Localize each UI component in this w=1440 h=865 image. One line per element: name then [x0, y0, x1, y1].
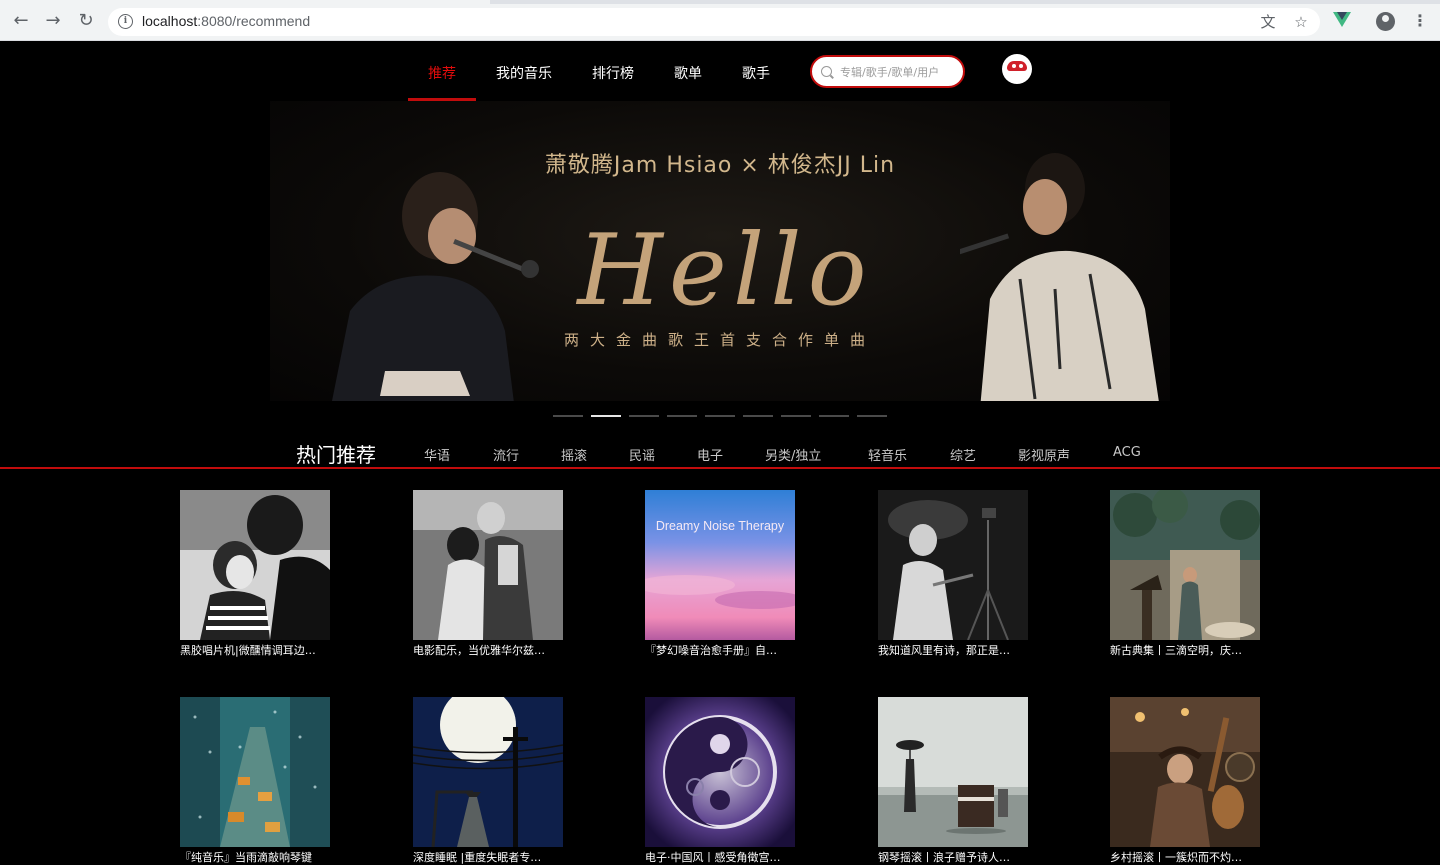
playlist-title[interactable]: 我知道风里有诗，那正是…: [878, 642, 1028, 658]
category-variety[interactable]: 综艺: [950, 445, 976, 464]
playlist-title[interactable]: 『纯音乐』当雨滴敲响琴键: [180, 849, 330, 865]
url-text[interactable]: localhost:8080/recommend: [142, 13, 310, 29]
playlist-cover[interactable]: [1110, 697, 1260, 847]
carousel-dot[interactable]: [781, 415, 811, 417]
category-rock[interactable]: 摇滚: [561, 445, 587, 464]
playlist-title[interactable]: 黑胶唱片机|微醺情调耳边…: [180, 642, 330, 658]
playlist-cover[interactable]: [1110, 490, 1260, 640]
carousel-indicators: [553, 415, 893, 418]
nav-item-charts[interactable]: 排行榜: [592, 63, 634, 83]
avatar-eye-right: [1019, 64, 1023, 68]
category-light-music[interactable]: 轻音乐: [868, 445, 907, 464]
vue-devtools-icon[interactable]: [1333, 12, 1351, 27]
playlist-cover[interactable]: [413, 490, 563, 640]
playlist-cover[interactable]: [645, 697, 795, 847]
playlist-title[interactable]: 新古典集丨三滴空明，庆…: [1110, 642, 1260, 658]
carousel-dot[interactable]: [743, 415, 773, 417]
kebab-menu-icon[interactable]: ⋮: [1412, 11, 1428, 31]
category-soundtrack[interactable]: 影视原声: [1018, 445, 1070, 464]
banner-script-title: Hello: [575, 214, 872, 328]
playlist-title[interactable]: 钢琴摇滚丨浪子赠予诗人…: [878, 849, 1028, 865]
top-navigation: 推荐 我的音乐 排行榜 歌单 歌手: [0, 41, 1440, 101]
nav-item-artists[interactable]: 歌手: [742, 63, 770, 83]
category-indie[interactable]: 另类/独立: [765, 445, 821, 464]
playlist-card[interactable]: 新古典集丨三滴空明，庆…: [1110, 490, 1260, 658]
banner-slide[interactable]: 萧敬腾Jam Hsiao × 林俊杰JJ Lin Hello 两大金曲歌王首支合…: [270, 101, 1170, 401]
playlist-cover[interactable]: [180, 490, 330, 640]
playlist-cover[interactable]: [878, 697, 1028, 847]
carousel-dot[interactable]: [667, 415, 697, 417]
arrow-right-icon[interactable]: →: [42, 10, 64, 32]
playlist-card[interactable]: 电影配乐，当优雅华尔兹…: [413, 490, 563, 658]
playlist-card[interactable]: 钢琴摇滚丨浪子赠予诗人…: [878, 697, 1028, 865]
playlist-card[interactable]: 黑胶唱片机|微醺情调耳边…: [180, 490, 330, 658]
url-host: localhost: [142, 13, 198, 29]
carousel-dot[interactable]: [705, 415, 735, 417]
search-icon: [821, 66, 832, 77]
carousel-dot[interactable]: [857, 415, 887, 417]
carousel-dot[interactable]: [553, 415, 583, 417]
nav-item-recommend[interactable]: 推荐: [428, 63, 456, 83]
carousel-dot[interactable]: [591, 415, 621, 417]
tab-strip: [0, 0, 1440, 4]
profile-icon[interactable]: [1376, 12, 1395, 31]
reload-icon[interactable]: ↻: [75, 10, 97, 32]
cover-text: Dreamy Noise Therapy: [656, 519, 785, 533]
banner-artists-text: 萧敬腾Jam Hsiao × 林俊杰JJ Lin: [544, 153, 896, 178]
carousel-dot[interactable]: [629, 415, 659, 417]
search-input[interactable]: [840, 63, 958, 81]
category-folk[interactable]: 民谣: [629, 445, 655, 464]
category-divider: [0, 467, 1440, 469]
banner-script-text: Hello: [575, 214, 872, 328]
playlist-title[interactable]: 『梦幻噪音治愈手册』自…: [645, 642, 795, 658]
category-acg[interactable]: ACG: [1113, 445, 1141, 460]
playlist-cover[interactable]: [878, 490, 1028, 640]
playlist-cover[interactable]: [180, 697, 330, 847]
active-tab[interactable]: [0, 0, 490, 4]
nav-item-playlists[interactable]: 歌单: [674, 63, 702, 83]
playlist-title[interactable]: 电子·中国风丨感受角徵宫…: [645, 849, 795, 865]
category-bar: 热门推荐 华语 流行 摇滚 民谣 电子 另类/独立 轻音乐 综艺 影视原声 AC…: [0, 430, 1440, 470]
playlist-title[interactable]: 电影配乐，当优雅华尔兹…: [413, 642, 563, 658]
category-chinese[interactable]: 华语: [424, 445, 450, 464]
translate-icon[interactable]: 文: [1259, 13, 1277, 31]
hot-recommend-title: 热门推荐: [296, 443, 376, 467]
category-electronic[interactable]: 电子: [697, 445, 723, 464]
banner-subtitle: 两大金曲歌王首支合作单曲: [563, 331, 876, 349]
playlist-card[interactable]: 『纯音乐』当雨滴敲响琴键: [180, 697, 330, 865]
user-avatar[interactable]: [1002, 54, 1032, 84]
playlist-card[interactable]: 电子·中国风丨感受角徵宫…: [645, 697, 795, 865]
arrow-left-icon[interactable]: ←: [10, 10, 32, 32]
playlist-card[interactable]: Dreamy Noise Therapy 『梦幻噪音治愈手册』自…: [645, 490, 795, 658]
playlist-title[interactable]: 深度睡眠 |重度失眠者专…: [413, 849, 563, 865]
star-icon[interactable]: ☆: [1292, 13, 1310, 31]
playlist-title[interactable]: 乡村摇滚丨一簇炽而不灼…: [1110, 849, 1260, 865]
browser-toolbar: ← → ↻ i localhost:8080/recommend 文 ☆ ⋮: [0, 0, 1440, 41]
playlist-card[interactable]: 我知道风里有诗，那正是…: [878, 490, 1028, 658]
avatar-eye-left: [1012, 64, 1016, 68]
playlist-card[interactable]: 乡村摇滚丨一簇炽而不灼…: [1110, 697, 1260, 865]
playlist-card[interactable]: 深度睡眠 |重度失眠者专…: [413, 697, 563, 865]
carousel-dot[interactable]: [819, 415, 849, 417]
url-path: :8080/recommend: [197, 13, 311, 29]
info-icon[interactable]: i: [118, 14, 133, 29]
search-box[interactable]: [810, 55, 965, 88]
playlist-cover[interactable]: Dreamy Noise Therapy: [645, 490, 795, 640]
nav-item-my-music[interactable]: 我的音乐: [496, 63, 552, 83]
singer-left-image: [332, 172, 539, 401]
address-bar[interactable]: i localhost:8080/recommend 文 ☆: [108, 8, 1320, 36]
category-pop[interactable]: 流行: [493, 445, 519, 464]
avatar-mascot-icon: [1007, 61, 1027, 71]
playlist-cover[interactable]: [413, 697, 563, 847]
